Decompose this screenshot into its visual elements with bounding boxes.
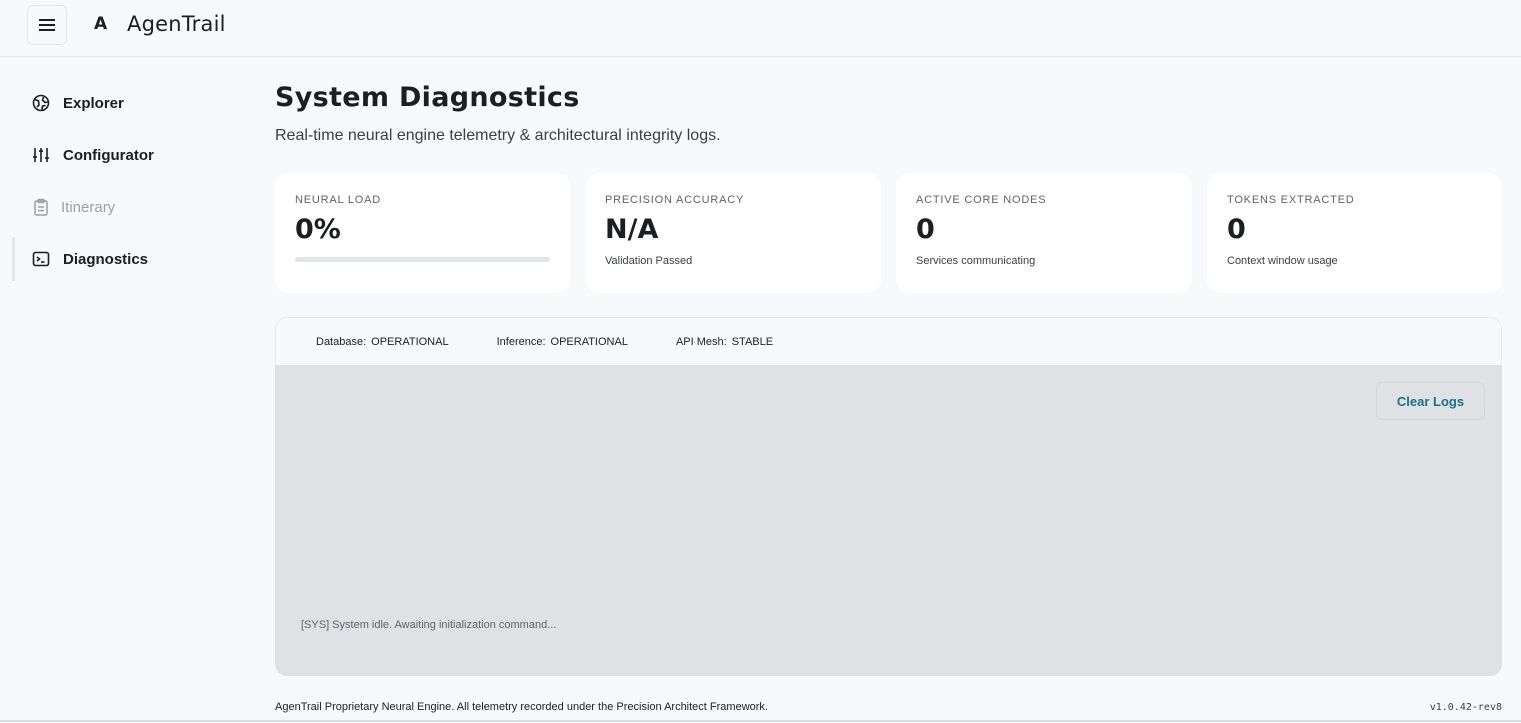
sidebar-item-label: Itinerary xyxy=(61,198,116,216)
precision-accuracy-card: PRECISION ACCURACY N/A Validation Passed xyxy=(585,173,881,293)
sidebar-item-configurator[interactable]: Configurator xyxy=(12,133,237,177)
status-api-mesh: API Mesh: STABLE xyxy=(676,336,773,348)
status-key: API Mesh: xyxy=(675,336,727,348)
sidebar-item-label: Configurator xyxy=(63,146,154,164)
sidebar-item-label: Explorer xyxy=(63,94,124,112)
sidebar-item-explorer[interactable]: Explorer xyxy=(12,81,237,125)
card-subtext: Services communicating xyxy=(916,255,1036,267)
clipboard-icon xyxy=(32,198,50,216)
status-inference: Inference: OPERATIONAL xyxy=(497,336,628,348)
card-subtext: Context window usage xyxy=(1227,255,1338,267)
neural-load-progress xyxy=(295,257,550,262)
sidebar: Explorer Configurator Itinerary Diagnost… xyxy=(0,58,250,723)
log-console[interactable]: Clear Logs [SYS] System idle. Awaiting i… xyxy=(275,365,1502,676)
active-core-nodes-card: ACTIVE CORE NODES 0 Services communicati… xyxy=(896,173,1192,293)
status-database: Database: OPERATIONAL xyxy=(316,336,449,348)
menu-button[interactable] xyxy=(27,5,67,45)
divider xyxy=(0,720,1521,722)
card-label: ACTIVE CORE NODES xyxy=(916,194,1047,206)
hamburger-menu-icon xyxy=(39,19,55,31)
page-title: System Diagnostics xyxy=(275,82,580,113)
status-key: Inference: xyxy=(496,336,546,348)
system-status-bar: Database: OPERATIONAL Inference: OPERATION… xyxy=(275,317,1502,366)
card-label: PRECISION ACCURACY xyxy=(605,194,745,206)
status-value: OPERATIONAL xyxy=(371,336,449,348)
clear-logs-button[interactable]: Clear Logs xyxy=(1376,382,1485,420)
brand-logo: A xyxy=(94,14,108,34)
log-line: [SYS] System idle. Awaiting initializati… xyxy=(301,619,557,631)
card-subtext: Validation Passed xyxy=(605,255,693,267)
version-label: v1.0.42-rev8 xyxy=(1429,702,1502,713)
terminal-icon xyxy=(32,250,50,268)
sidebar-item-diagnostics[interactable]: Diagnostics xyxy=(12,237,237,281)
card-value: 0 xyxy=(916,214,935,245)
top-bar: A AgenTrail xyxy=(0,0,1521,57)
sidebar-item-label: Diagnostics xyxy=(63,250,149,268)
card-label: NEURAL LOAD xyxy=(295,194,382,206)
card-label: TOKENS EXTRACTED xyxy=(1227,194,1355,206)
globe-icon xyxy=(32,94,50,112)
status-value: STABLE xyxy=(731,336,774,348)
sidebar-item-itinerary[interactable]: Itinerary xyxy=(12,185,237,229)
footer-text: AgenTrail Proprietary Neural Engine. All… xyxy=(275,701,768,713)
sliders-icon xyxy=(32,146,50,164)
card-value: N/A xyxy=(605,214,659,245)
card-value: 0% xyxy=(295,214,341,245)
card-value: 0 xyxy=(1227,214,1246,245)
status-value: OPERATIONAL xyxy=(550,336,628,348)
page-subtitle: Real-time neural engine telemetry & arch… xyxy=(275,127,721,144)
status-key: Database: xyxy=(316,336,367,348)
neural-load-card: NEURAL LOAD 0% xyxy=(275,173,570,293)
brand-name[interactable]: AgenTrail xyxy=(127,12,226,36)
tokens-extracted-card: TOKENS EXTRACTED 0 Context window usage xyxy=(1207,173,1502,293)
